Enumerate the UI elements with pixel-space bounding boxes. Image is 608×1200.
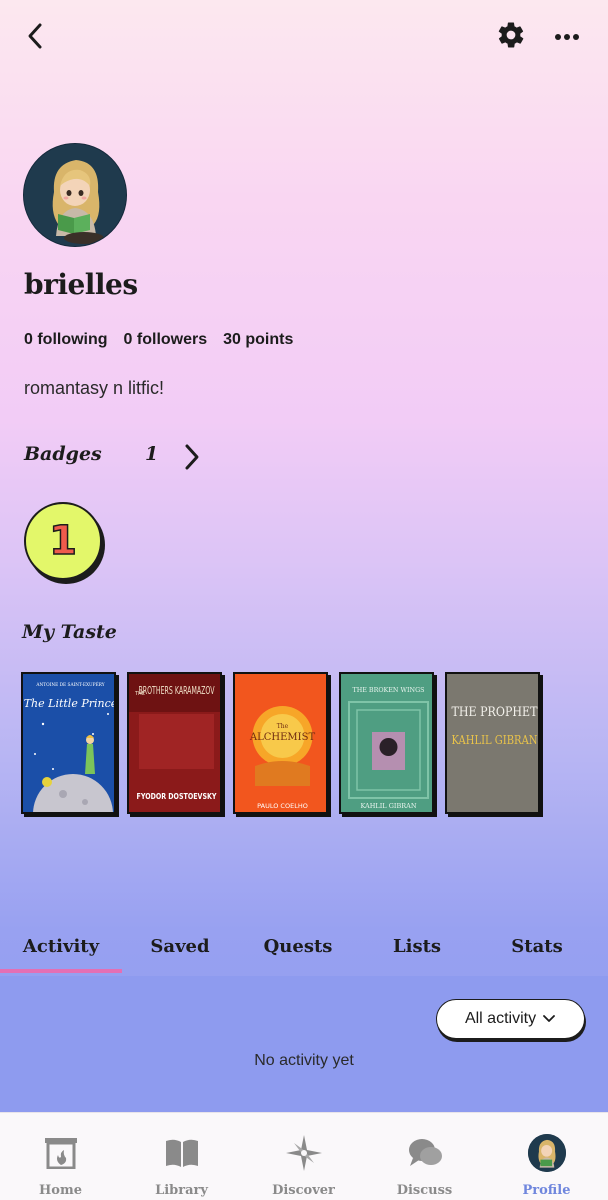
book-icon: [162, 1133, 202, 1173]
profile-avatar[interactable]: [23, 143, 127, 247]
followers-count[interactable]: 0 followers: [124, 331, 208, 349]
profile-bio: romantasy n litfic!: [24, 378, 165, 398]
avatar-reading-girl: [24, 144, 126, 246]
tab-lists[interactable]: Lists: [358, 920, 476, 972]
settings-button[interactable]: [492, 16, 530, 54]
nav-home-label: Home: [39, 1183, 82, 1198]
tab-quests[interactable]: Quests: [238, 920, 358, 972]
nav-discuss-label: Discuss: [396, 1183, 453, 1198]
activity-filter-dropdown[interactable]: All activity: [436, 999, 585, 1039]
tab-stats[interactable]: Stats: [476, 920, 598, 972]
badge-item[interactable]: 1: [24, 502, 102, 580]
nav-library-label: Library: [155, 1183, 208, 1198]
empty-activity-message: No activity yet: [254, 1052, 354, 1069]
more-options-button[interactable]: [548, 18, 586, 56]
chevron-left-icon: [28, 23, 42, 49]
avatar: [527, 1133, 567, 1173]
following-count[interactable]: 0 following: [24, 331, 108, 349]
chevron-down-icon: [543, 1015, 555, 1022]
badges-heading: Badges: [24, 443, 102, 465]
back-button[interactable]: [18, 18, 54, 54]
book-cover-brothers-karamazov[interactable]: THE BROTHERS KARAMAZOV FYODOR DOSTOEVSKY: [127, 672, 222, 814]
nav-home[interactable]: Home: [0, 1113, 121, 1200]
tab-saved[interactable]: Saved: [122, 920, 238, 972]
nav-library[interactable]: Library: [121, 1113, 242, 1200]
chevron-right-icon: [185, 444, 199, 470]
activity-filter-label: All activity: [464, 1010, 537, 1027]
book-cover-art: The ALCHEMIST PAULO COELHO: [235, 674, 326, 812]
badges-count: 1: [145, 443, 159, 465]
book-2-title: BROTHERS KARAMAZOV: [139, 684, 215, 697]
book-1-title: The Little Prince: [24, 697, 116, 710]
book-3-title: ALCHEMIST: [249, 732, 316, 743]
profile-stats: 0 following 0 followers 30 points: [24, 331, 293, 349]
book-cover-broken-wings[interactable]: THE BROKEN WINGS KAHLIL GIBRAN: [339, 672, 434, 814]
more-horizontal-icon: [555, 34, 579, 40]
my-taste-heading: My Taste: [22, 621, 117, 643]
book-3-prefix: The: [277, 723, 289, 730]
profile-tabs: Activity Saved Quests Lists Stats: [0, 920, 608, 976]
nav-discover[interactable]: Discover: [243, 1113, 364, 1200]
nav-discover-label: Discover: [272, 1183, 335, 1198]
book-cover-art: ANTOINE DE SAINT-EXUPÉRY The Little Prin…: [23, 674, 116, 812]
book-4-title: THE BROKEN WINGS: [353, 687, 425, 694]
book-cover-alchemist[interactable]: The ALCHEMIST PAULO COELHO: [233, 672, 328, 814]
active-tab-indicator: [0, 969, 122, 973]
book-5-author: KAHLIL GIBRAN: [452, 733, 538, 747]
chat-bubbles-icon: [405, 1133, 445, 1173]
top-bar: [0, 0, 608, 72]
points-count[interactable]: 30 points: [223, 331, 293, 349]
activity-panel: [0, 976, 608, 1112]
book-cover-art: THE BROKEN WINGS KAHLIL GIBRAN: [341, 674, 432, 812]
gear-icon: [498, 22, 524, 48]
book-5-title: THE PROPHET: [452, 705, 538, 720]
book-2-author: FYODOR DOSTOEVSKY: [137, 792, 217, 801]
book-cover-little-prince[interactable]: ANTOINE DE SAINT-EXUPÉRY The Little Prin…: [21, 672, 116, 814]
bottom-navigation: Home Library Discover Discuss Profile: [0, 1112, 608, 1200]
book-cover-art: THE PROPHET KAHLIL GIBRAN: [447, 674, 538, 812]
book-4-author: KAHLIL GIBRAN: [360, 802, 416, 810]
nav-profile[interactable]: Profile: [486, 1113, 607, 1200]
compass-icon: [284, 1133, 324, 1173]
badges-see-all-button[interactable]: [176, 440, 208, 474]
username: brielles: [24, 268, 138, 301]
book-1-author: ANTOINE DE SAINT-EXUPÉRY: [35, 682, 104, 688]
tab-activity[interactable]: Activity: [0, 920, 122, 972]
book-cover-art: THE BROTHERS KARAMAZOV FYODOR DOSTOEVSKY: [129, 674, 220, 812]
nav-discuss[interactable]: Discuss: [364, 1113, 485, 1200]
nav-profile-label: Profile: [522, 1183, 571, 1198]
book-3-author: PAULO COELHO: [257, 802, 308, 810]
fireplace-icon: [41, 1133, 81, 1173]
book-cover-prophet[interactable]: THE PROPHET KAHLIL GIBRAN: [445, 672, 540, 814]
